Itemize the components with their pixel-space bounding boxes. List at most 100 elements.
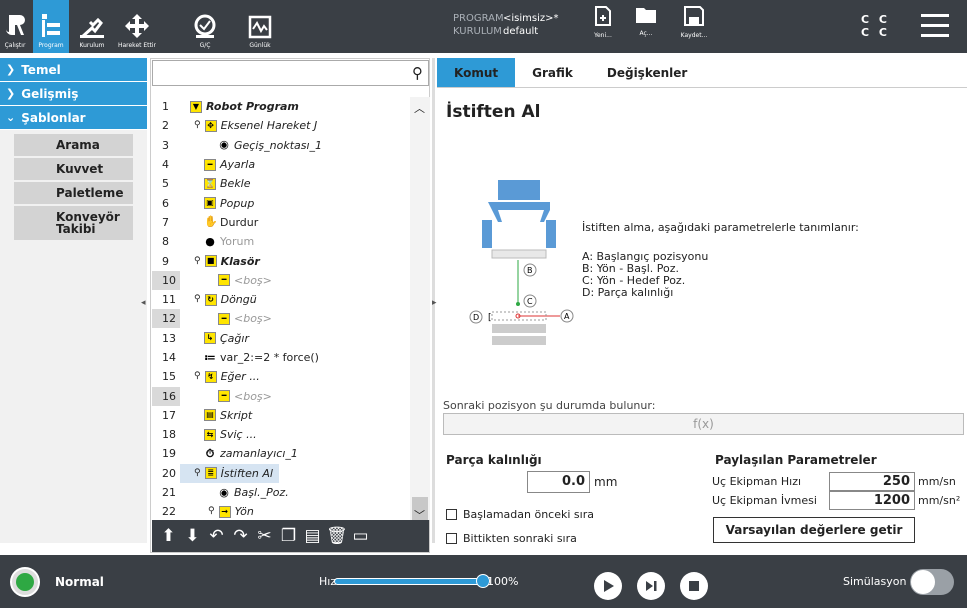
step-button[interactable]: [637, 572, 665, 600]
tree-row[interactable]: 9 ⚲ ■ Klasör: [152, 251, 409, 270]
thickness-input[interactable]: 0.0: [527, 471, 590, 493]
template-conveyor-tracking[interactable]: Konveyör Takibi: [14, 206, 133, 240]
expand-pin-icon[interactable]: ⚲: [194, 252, 201, 271]
tree-row[interactable]: 22 ⚲ → Yön: [152, 502, 409, 520]
tree-row[interactable]: 7 ✋ Durdur: [152, 213, 409, 232]
nav-log[interactable]: Günlük: [240, 0, 280, 53]
stop-button[interactable]: [680, 572, 708, 600]
node-icon: ≔: [204, 350, 216, 364]
tree-row[interactable]: 4 ━ Ayarla: [152, 155, 409, 174]
save-icon: [684, 6, 704, 26]
tree-row[interactable]: 13 ↳ Çağır: [152, 329, 409, 348]
move-up-icon[interactable]: ⬆: [158, 526, 179, 546]
collapse-left-icon[interactable]: ◂: [141, 298, 146, 308]
row-number: 6: [162, 196, 169, 210]
play-button[interactable]: [594, 572, 622, 600]
scroll-up-icon[interactable]: ︿: [414, 100, 425, 116]
row-number: 4: [162, 158, 169, 172]
redo-icon[interactable]: ↷: [230, 526, 251, 546]
program-info: PROGRAM<isimsiz>* KURULUMdefault: [453, 12, 559, 38]
node-icon: ━: [218, 274, 230, 287]
tree-row[interactable]: 6 ▣ Popup: [152, 193, 409, 212]
next-position-expression[interactable]: f(x): [443, 413, 964, 435]
nav-io[interactable]: G/Ç: [185, 0, 225, 53]
search-icon[interactable]: ⚲: [412, 64, 423, 82]
template-search[interactable]: Arama: [14, 134, 133, 156]
checkbox-label: Bittikten sonraki sıra: [463, 532, 577, 545]
move-down-icon[interactable]: ⬇: [182, 526, 203, 546]
reset-defaults-button[interactable]: Varsayılan değerlere getir: [713, 517, 915, 543]
tree-row[interactable]: 1 ▼ Robot Program: [152, 97, 409, 116]
speed-slider-track[interactable]: [334, 578, 483, 585]
expand-pin-icon[interactable]: ⚲: [208, 502, 215, 520]
nav-program[interactable]: Program: [33, 0, 69, 53]
tool-accel-input[interactable]: 1200: [829, 491, 915, 510]
nav-label: Hareket Ettir: [117, 42, 157, 49]
open-button[interactable]: Aç...: [628, 6, 664, 50]
tree-row[interactable]: 14 ≔ var_2:=2 * force(): [152, 348, 409, 367]
tool-speed-input[interactable]: 250: [829, 472, 915, 491]
nav-move[interactable]: Hareket Ettir: [112, 0, 162, 53]
tree-row[interactable]: 18 ⇆ Sviç ...: [152, 425, 409, 444]
delete-icon[interactable]: 🗑: [326, 526, 348, 546]
bottom-bar: Normal Hız 100% Simülasyon: [0, 555, 967, 608]
tree-search-input[interactable]: ⚲: [152, 60, 429, 86]
category-basic[interactable]: ❯ Temel: [0, 58, 147, 82]
tree-row[interactable]: 10 ━ <boş>: [152, 270, 409, 290]
checkbox-box[interactable]: [446, 533, 457, 544]
tree-scrollbar[interactable]: ︿ ﹀: [410, 97, 430, 522]
power-button[interactable]: [10, 567, 40, 597]
new-button[interactable]: Yeni...: [585, 6, 621, 50]
hamburger-menu-icon[interactable]: [921, 14, 949, 44]
template-palletizing[interactable]: Paletleme: [14, 182, 133, 204]
node-label: Skript: [220, 408, 253, 422]
template-force[interactable]: Kuvvet: [14, 158, 133, 180]
suppress-icon[interactable]: ▭: [350, 526, 371, 546]
cut-icon[interactable]: ✂: [254, 526, 275, 546]
node-icon: ●: [205, 234, 215, 248]
connection-status: C C C C: [861, 13, 890, 39]
tree-row[interactable]: 12 ━ <boş>: [152, 309, 409, 329]
tree-row[interactable]: 8 ● Yorum: [152, 232, 409, 251]
nav-label: Kurulum: [79, 42, 105, 49]
tree-row[interactable]: 21 ◉ Başl._Poz.: [152, 483, 409, 502]
step-icon: [646, 581, 657, 591]
tree-row[interactable]: 2 ⚲ ✥ Eksenel Hareket J: [152, 116, 409, 135]
tab-variables[interactable]: Değişkenler: [590, 58, 704, 87]
category-templates[interactable]: ⌄ Şablonlar: [0, 106, 147, 130]
expand-pin-icon[interactable]: ⚲: [194, 464, 201, 483]
checkbox-box[interactable]: [446, 509, 457, 520]
tree-row[interactable]: 15 ⚲ ↯ Eğer ...: [152, 367, 409, 386]
checkbox-before-start[interactable]: Başlamadan önceki sıra: [446, 508, 594, 521]
copy-icon[interactable]: ❐: [278, 526, 299, 546]
expand-pin-icon[interactable]: ⚲: [194, 290, 201, 309]
save-button[interactable]: Kaydet...: [672, 6, 716, 50]
thickness-label: Parça kalınlığı: [446, 453, 542, 467]
tool-speed-unit: mm/sn: [918, 475, 956, 488]
collapse-right-icon[interactable]: ▸: [432, 298, 437, 308]
category-advanced[interactable]: ❯ Gelişmiş: [0, 82, 147, 106]
tree-row[interactable]: 16 ━ <boş>: [152, 386, 409, 406]
checkbox-label: Başlamadan önceki sıra: [463, 508, 594, 521]
tree-row[interactable]: 5 ⌛ Bekle: [152, 174, 409, 193]
expand-pin-icon[interactable]: ⚲: [194, 367, 201, 386]
tree-row[interactable]: 20 ⚲ ≣ İstiften Al: [152, 463, 409, 483]
node-icon: →: [218, 505, 231, 518]
tree-row[interactable]: 11 ⚲ ↻ Döngü: [152, 290, 409, 309]
nav-run[interactable]: Çalıştır: [0, 0, 30, 53]
undo-icon[interactable]: ↶: [206, 526, 227, 546]
tab-graphics[interactable]: Grafik: [515, 58, 590, 87]
tab-command[interactable]: Komut: [437, 58, 516, 87]
nav-label: Çalıştır: [4, 42, 26, 49]
simulation-toggle[interactable]: [910, 569, 954, 595]
paste-icon[interactable]: ▤: [302, 526, 323, 546]
node-label: Popup: [220, 196, 255, 210]
tree-row[interactable]: 3 ◉ Geçiş_noktası_1: [152, 136, 409, 155]
program-icon: [42, 14, 60, 37]
tree-row[interactable]: 17 ▤ Skript: [152, 406, 409, 425]
node-label: Döngü: [220, 293, 257, 307]
tree-row[interactable]: 19 ⏱ zamanlayıcı_1: [152, 444, 409, 463]
checkbox-after-end[interactable]: Bittikten sonraki sıra: [446, 532, 577, 545]
nav-installation[interactable]: Kurulum: [72, 0, 112, 53]
expand-pin-icon[interactable]: ⚲: [194, 116, 201, 135]
